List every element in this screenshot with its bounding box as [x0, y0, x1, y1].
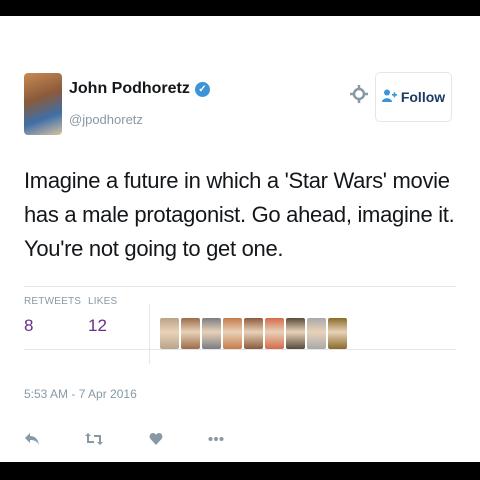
more-icon[interactable]	[206, 429, 226, 449]
liker-avatar[interactable]	[160, 318, 179, 349]
liker-avatar[interactable]	[286, 318, 305, 349]
avatar[interactable]	[24, 73, 62, 135]
user-name-row[interactable]: John Podhoretz ✓	[69, 80, 210, 98]
liker-avatar[interactable]	[307, 318, 326, 349]
retweets-label[interactable]: RETWEETS	[24, 296, 81, 307]
user-name[interactable]: John Podhoretz	[69, 80, 190, 98]
liker-avatar[interactable]	[202, 318, 221, 349]
liker-avatar[interactable]	[244, 318, 263, 349]
follow-label: Follow	[400, 89, 446, 105]
likes-count[interactable]: 12	[88, 316, 107, 336]
stats-separator	[149, 304, 150, 364]
liker-avatar[interactable]	[265, 318, 284, 349]
user-handle[interactable]: @jpodhoretz	[69, 112, 143, 127]
retweet-icon[interactable]	[84, 429, 104, 449]
tweet-card: John Podhoretz ✓ @jpodhoretz Follow Imag…	[0, 16, 480, 462]
retweets-count[interactable]: 8	[24, 316, 33, 336]
add-user-icon	[381, 89, 397, 105]
tweet-line: has a male protagonist. Go ahead, imagin…	[24, 202, 455, 227]
liker-avatar[interactable]	[328, 318, 347, 349]
divider	[24, 349, 456, 350]
tweet-text: Imagine a future in which a 'Star Wars' …	[24, 164, 464, 266]
tweet-timestamp[interactable]: 5:53 AM - 7 Apr 2016	[24, 387, 137, 401]
reply-icon[interactable]	[22, 429, 42, 449]
tweet-line: Imagine a future in which a 'Star Wars' …	[24, 168, 450, 193]
verified-badge-icon: ✓	[194, 81, 210, 97]
liker-avatar[interactable]	[223, 318, 242, 349]
gear-icon[interactable]	[350, 85, 368, 103]
heart-icon[interactable]	[146, 429, 166, 449]
likes-label[interactable]: LIKES	[88, 296, 117, 307]
tweet-line: You're not going to get one.	[24, 236, 284, 261]
liker-avatar[interactable]	[181, 318, 200, 349]
divider	[24, 286, 456, 287]
follow-button[interactable]: Follow	[375, 72, 452, 122]
liker-avatars	[160, 318, 347, 349]
